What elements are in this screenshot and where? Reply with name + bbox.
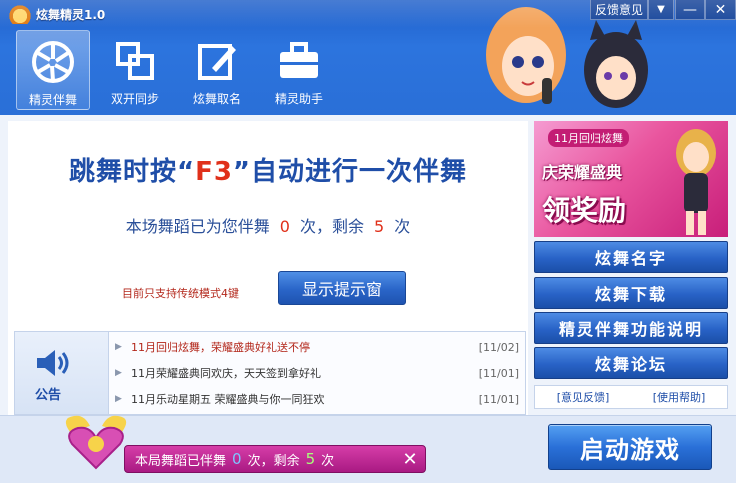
aperture-icon (32, 41, 74, 83)
notice-header: 公告 (15, 332, 109, 414)
notice-title: 11月回归炫舞，荣耀盛典好礼送不停 (131, 341, 310, 354)
close-icon: ✕ (402, 448, 418, 470)
dual-window-icon (116, 42, 154, 80)
app-logo-icon (7, 4, 33, 24)
nav-item-naming[interactable]: 炫舞取名 (180, 30, 254, 110)
headline-post: ”自动进行一次伴舞 (232, 157, 468, 187)
pill-mid: 次，剩余 (247, 453, 300, 469)
banner-top-text: 11月回归炫舞 (548, 129, 629, 147)
nav-label: 精灵伴舞 (28, 93, 77, 107)
nav-item-companion-dance[interactable]: 精灵伴舞 (16, 30, 90, 110)
notice-label: 公告 (35, 388, 62, 403)
nav-label: 双开同步 (110, 92, 159, 106)
banner-line1: 庆荣耀盛典 (542, 163, 623, 182)
notice-title: 11月乐动星期五 荣耀盛典与你一同狂欢 (131, 393, 325, 406)
counter-post: 次 (394, 217, 411, 236)
arrow-right-icon: ▶ (115, 394, 122, 404)
nav-item-assistant[interactable]: 精灵助手 (262, 30, 336, 110)
speaker-icon (37, 350, 69, 376)
feature-guide-button[interactable]: 精灵伴舞功能说明 (534, 312, 728, 344)
headline: 跳舞时按“F3”自动进行一次伴舞 (28, 151, 508, 188)
dance-download-button[interactable]: 炫舞下载 (534, 277, 728, 309)
pill-pre: 本局舞蹈已伴舞 (135, 453, 227, 469)
notice-date: [11/02] (478, 340, 519, 354)
pill-close-button[interactable]: ✕ (396, 445, 424, 473)
pill-left: 5 (305, 450, 316, 468)
counter-mid: 次，剩余 (299, 217, 364, 236)
banner-line2: 领奖励 (542, 194, 627, 227)
close-icon: ✕ (714, 1, 727, 18)
notice-item[interactable]: ▶ 11月荣耀盛典同欢庆，天天签到拿好礼 [11/01] (115, 362, 519, 384)
pill-post: 次 (321, 453, 335, 469)
briefcase-icon (280, 42, 318, 78)
show-tip-window-button[interactable]: 显示提示窗 (278, 271, 406, 305)
minimize-button[interactable]: — (675, 0, 705, 20)
minimize-icon: — (683, 1, 697, 18)
arrow-right-icon: ▶ (115, 342, 122, 352)
character-artwork (486, 7, 648, 108)
notice-item[interactable]: ▶ 11月乐动星期五 荣耀盛典与你一同狂欢 [11/01] (115, 388, 519, 410)
notice-date: [11/01] (478, 366, 519, 380)
notice-board: 公告 ▶ 11月回归炫舞，荣耀盛典好礼送不停 [11/02] ▶ 11月荣耀盛典… (14, 331, 526, 415)
chevron-down-icon: ▼ (657, 4, 665, 15)
companion-panel: 跳舞时按“F3”自动进行一次伴舞 本场舞蹈已为您伴舞 0 次，剩余 5 次 目前只支持传… (8, 121, 528, 419)
nav-label: 炫舞取名 (192, 92, 241, 106)
round-counter-pill: 本局舞蹈已伴舞 0 次，剩余 5 次 (124, 445, 426, 473)
notice-item[interactable]: ▶ 11月回归炫舞，荣耀盛典好礼送不停 [11/02] (115, 336, 519, 358)
feedback-button[interactable]: 反馈意见 (590, 0, 648, 20)
close-button[interactable]: ✕ (705, 0, 736, 20)
notice-title: 11月荣耀盛典同欢庆，天天签到拿好礼 (131, 367, 321, 380)
dance-names-button[interactable]: 炫舞名字 (534, 241, 728, 273)
edit-icon (198, 44, 236, 80)
counter-pre: 本场舞蹈已为您伴舞 (125, 217, 270, 236)
event-banner[interactable]: 11月回归炫舞 庆荣耀盛典 领奖励 (534, 121, 728, 237)
title-bar: 炫舞精灵1.0 反馈意见 ▼ — ✕ 精灵伴舞 双开同步 炫舞取名 精灵助手 (0, 0, 736, 115)
menu-button[interactable]: ▼ (648, 0, 674, 20)
sidebar-links: [意见反馈] [使用帮助] (534, 385, 728, 409)
feedback-link[interactable]: [意见反馈] (557, 389, 610, 405)
nav-label: 精灵助手 (274, 92, 323, 106)
forum-button[interactable]: 炫舞论坛 (534, 347, 728, 379)
heart-badge-icon (65, 415, 127, 470)
dance-counter: 本场舞蹈已为您伴舞 0 次，剩余 5 次 (48, 213, 488, 237)
notice-date: [11/01] (478, 392, 519, 406)
help-link[interactable]: [使用帮助] (653, 389, 706, 405)
headline-pre: 跳舞时按“ (68, 157, 196, 187)
start-game-button[interactable]: 启动游戏 (548, 424, 712, 470)
counter-left: 5 (374, 217, 385, 236)
banner-character-art (676, 129, 716, 235)
arrow-right-icon: ▶ (115, 368, 122, 378)
pill-done: 0 (232, 450, 242, 468)
app-title: 炫舞精灵1.0 (36, 8, 106, 22)
hotkey-label: F3 (195, 157, 233, 187)
nav-item-dual-sync[interactable]: 双开同步 (98, 30, 172, 110)
counter-done: 0 (279, 217, 290, 236)
support-note: 目前只支持传统模式4键 (122, 287, 239, 300)
